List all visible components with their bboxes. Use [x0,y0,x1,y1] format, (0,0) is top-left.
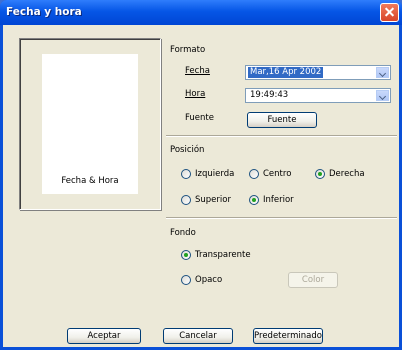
superior-label: Superior [195,195,231,205]
fondo-heading: Fondo [170,228,196,238]
fuente-label: Fuente [185,113,214,123]
separator [166,217,397,219]
posicion-heading: Posición [170,145,205,155]
chevron-down-icon[interactable] [376,67,389,78]
preview-paper: Fecha & Hora [42,54,138,194]
opaco-label: Opaco [195,275,223,285]
color-button[interactable]: Color [288,272,338,288]
izquierda-label: Izquierda [195,169,235,179]
radio-opaco[interactable] [181,275,191,285]
fecha-combo[interactable]: Mar,16 Apr 2002 [245,65,391,80]
derecha-label: Derecha [329,169,365,179]
fuente-button[interactable]: Fuente [247,112,317,128]
hora-label: Hora [185,89,206,99]
centro-label: Centro [263,169,292,179]
hora-value: 19:49:43 [250,90,289,100]
preview-frame: Fecha & Hora [19,38,161,210]
fecha-label: Fecha [185,66,210,76]
title-bar[interactable]: Fecha y hora [0,0,402,25]
separator [166,135,397,137]
radio-derecha[interactable] [315,169,325,179]
close-icon[interactable] [380,3,399,22]
hora-combo[interactable]: 19:49:43 [245,88,391,103]
dialog-window: Fecha y hora Fecha & Hora Formato Fecha … [0,0,402,350]
radio-transparente[interactable] [181,250,191,260]
dialog-body: Fecha & Hora Formato Fecha Mar,16 Apr 20… [3,25,399,347]
radio-izquierda[interactable] [181,169,191,179]
predeterminado-button[interactable]: Predeterminado [253,328,323,344]
preview-label: Fecha & Hora [61,176,119,186]
radio-inferior[interactable] [249,195,259,205]
chevron-down-icon[interactable] [376,90,389,101]
formato-heading: Formato [170,45,206,55]
window-title: Fecha y hora [6,6,82,18]
transparente-label: Transparente [195,250,251,260]
radio-centro[interactable] [249,169,259,179]
fecha-value: Mar,16 Apr 2002 [248,67,324,78]
cancelar-button[interactable]: Cancelar [163,328,233,344]
inferior-label: Inferior [263,195,294,205]
radio-superior[interactable] [181,195,191,205]
aceptar-button[interactable]: Aceptar [67,328,141,344]
